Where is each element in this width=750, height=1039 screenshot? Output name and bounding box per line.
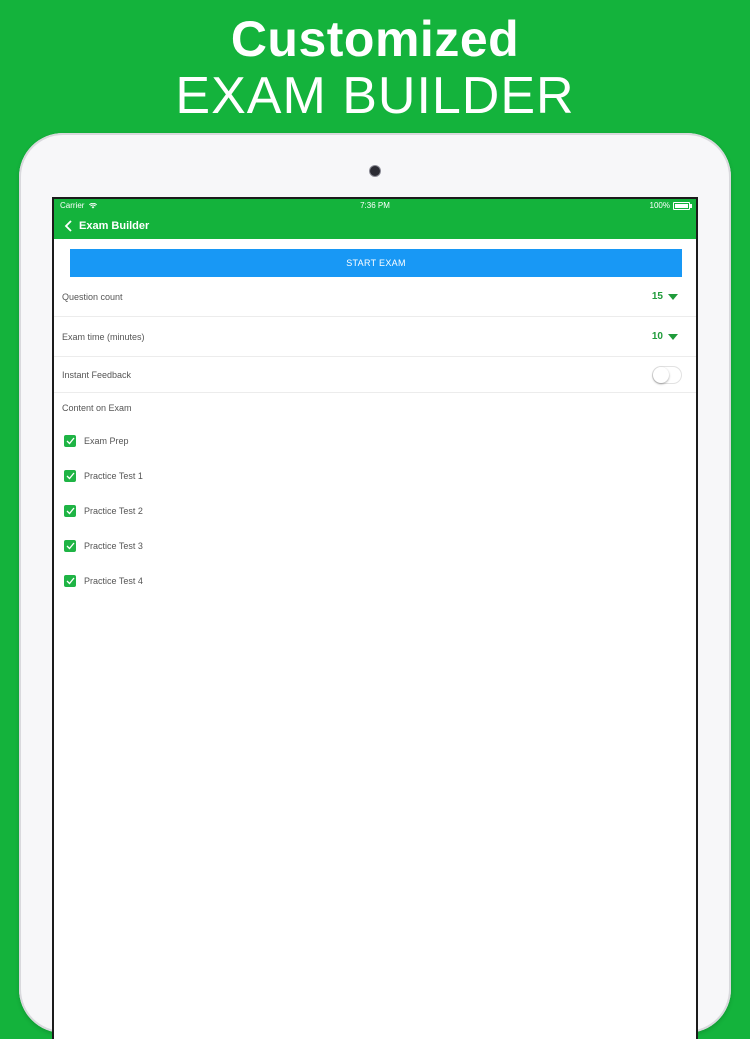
content-item-label: Practice Test 4 bbox=[84, 575, 143, 586]
promo-title-line-2: EXAM BUILDER bbox=[175, 67, 575, 125]
content-item-exam-prep[interactable]: Exam Prep bbox=[54, 423, 696, 458]
content-item-label: Practice Test 1 bbox=[84, 470, 143, 481]
instant-feedback-toggle[interactable] bbox=[652, 365, 682, 384]
battery-status: 100% bbox=[649, 199, 692, 213]
content-item-practice-test-2[interactable]: Practice Test 2 bbox=[54, 493, 696, 528]
question-count-picker[interactable]: 15 bbox=[652, 291, 678, 302]
page-title: Exam Builder bbox=[79, 220, 150, 232]
promo-title-line-1: Customized bbox=[230, 11, 520, 67]
content-item-practice-test-3[interactable]: Practice Test 3 bbox=[54, 528, 696, 563]
status-bar: Carrier 7:36 PM 100% bbox=[54, 199, 696, 213]
camera-icon bbox=[370, 166, 380, 176]
exam-time-picker[interactable]: 10 bbox=[652, 331, 678, 342]
exam-time-row: Exam time (minutes) 10 bbox=[54, 317, 696, 357]
content-section-heading: Content on Exam bbox=[62, 403, 132, 413]
dropdown-caret-icon bbox=[668, 333, 678, 340]
checkbox-checked-icon[interactable] bbox=[64, 434, 76, 447]
checkbox-checked-icon[interactable] bbox=[64, 539, 76, 552]
content-item-label: Exam Prep bbox=[84, 435, 129, 446]
app-screen: Carrier 7:36 PM 100% Exam Builder START … bbox=[54, 199, 696, 1039]
checkbox-checked-icon[interactable] bbox=[64, 469, 76, 482]
exam-time-value: 10 bbox=[651, 331, 663, 342]
status-time: 7:36 PM bbox=[360, 201, 390, 210]
exam-time-label: Exam time (minutes) bbox=[62, 331, 145, 342]
instant-feedback-row: Instant Feedback bbox=[54, 357, 696, 393]
content-item-practice-test-1[interactable]: Practice Test 1 bbox=[54, 458, 696, 493]
checkbox-checked-icon[interactable] bbox=[64, 504, 76, 517]
toggle-knob bbox=[653, 366, 669, 383]
battery-icon bbox=[673, 202, 692, 210]
battery-percent: 100% bbox=[649, 201, 670, 210]
start-exam-button[interactable]: START EXAM bbox=[70, 249, 682, 277]
navigation-bar: Exam Builder bbox=[54, 213, 696, 239]
content-item-label: Practice Test 2 bbox=[84, 505, 143, 516]
dropdown-caret-icon bbox=[668, 293, 678, 300]
tablet-frame: Carrier 7:36 PM 100% Exam Builder START … bbox=[19, 133, 731, 1039]
question-count-label: Question count bbox=[62, 291, 123, 302]
content-item-label: Practice Test 3 bbox=[84, 540, 143, 551]
question-count-row: Question count 15 bbox=[54, 277, 696, 317]
instant-feedback-label: Instant Feedback bbox=[62, 369, 132, 380]
checkbox-checked-icon[interactable] bbox=[64, 574, 76, 587]
chevron-left-icon[interactable] bbox=[59, 217, 77, 235]
question-count-value: 15 bbox=[651, 291, 663, 302]
content-item-practice-test-4[interactable]: Practice Test 4 bbox=[54, 563, 696, 598]
